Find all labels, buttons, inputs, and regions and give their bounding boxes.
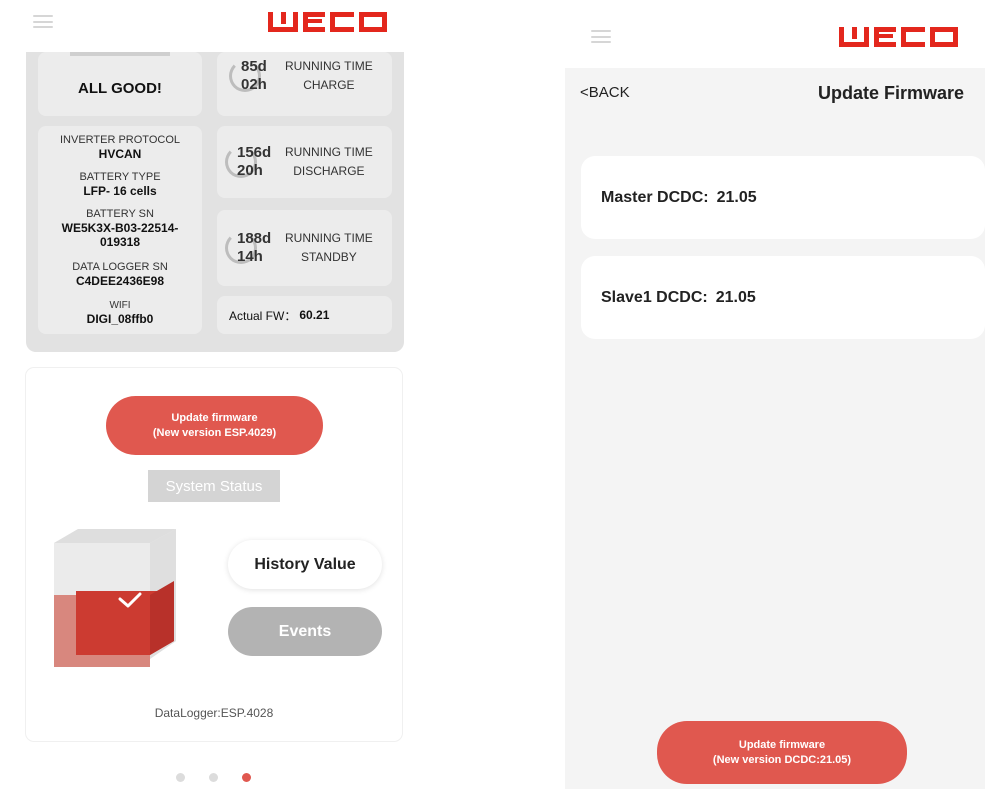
- status-card: ALL GOOD!: [38, 52, 202, 116]
- timer-sublabel: CHARGE: [303, 78, 355, 92]
- right-header: [565, 0, 985, 68]
- info-item-protocol: INVERTER PROTOCOL HVCAN: [38, 134, 202, 161]
- timer-label: RUNNING TIME: [285, 231, 373, 245]
- right-screen: <BACK Update Firmware Master DCDC: 21.05…: [565, 0, 985, 789]
- system-status-button[interactable]: System Status: [148, 470, 280, 502]
- page-dot-active[interactable]: [242, 773, 251, 782]
- actual-fw-label: Actual FW：: [229, 308, 297, 323]
- info-value: LFP- 16 cells: [83, 184, 157, 198]
- timer-hours: 20h: [237, 162, 263, 179]
- info-label: WIFI: [109, 300, 131, 311]
- timer-card-standby: 188d 14h RUNNING TIME STANDBY: [217, 210, 392, 286]
- update-firmware-button[interactable]: Update firmware (New version DCDC:21.05): [657, 721, 907, 784]
- hamburger-menu-icon[interactable]: [591, 30, 611, 43]
- page-dot[interactable]: [209, 773, 218, 782]
- status-bar: [70, 52, 170, 56]
- info-item-battery-sn: BATTERY SN WE5K3X-B03-22514- 019318: [38, 208, 202, 249]
- hamburger-menu-icon[interactable]: [33, 15, 53, 28]
- history-value-button[interactable]: History Value: [228, 540, 382, 589]
- info-value: DIGI_08ffb0: [86, 312, 154, 326]
- timer-card-discharge: 156d 20h RUNNING TIME DISCHARGE: [217, 126, 392, 198]
- info-item-battery-type: BATTERY TYPE LFP- 16 cells: [38, 171, 202, 198]
- info-item-wifi: WIFI DIGI_08ffb0: [38, 299, 202, 326]
- timer-hours: 14h: [237, 248, 263, 265]
- timer-days: 85d: [241, 58, 267, 75]
- timer-hours: 02h: [241, 76, 267, 93]
- firmware-item-label: Slave1 DCDC:: [601, 288, 708, 306]
- firmware-item-master: Master DCDC: 21.05: [581, 156, 985, 239]
- battery-info-card: INVERTER PROTOCOL HVCAN BATTERY TYPE LFP…: [38, 126, 202, 334]
- info-item-datalogger-sn: DATA LOGGER SN C4DEE2436E98: [38, 261, 202, 288]
- left-header: [0, 0, 420, 52]
- info-value: WE5K3X-B03-22514- 019318: [61, 221, 179, 249]
- info-label: INVERTER PROTOCOL: [59, 134, 180, 146]
- page-title: Update Firmware: [818, 83, 965, 103]
- update-firmware-label: Update firmware: [738, 738, 826, 751]
- events-button[interactable]: Events: [228, 607, 382, 656]
- timer-label: RUNNING TIME: [285, 59, 373, 73]
- update-firmware-version: (New version ESP.4029): [152, 426, 277, 439]
- timer-sublabel: STANDBY: [300, 250, 357, 264]
- datalogger-version: DataLogger:ESP.4028: [154, 706, 274, 720]
- info-label: DATA LOGGER SN: [72, 261, 168, 273]
- actual-fw-value: 60.21: [299, 308, 330, 322]
- info-label: BATTERY SN: [86, 208, 154, 220]
- firmware-item-slave1: Slave1 DCDC: 21.05: [581, 256, 985, 339]
- battery-ok-icon: [54, 529, 179, 671]
- timer-sublabel: DISCHARGE: [293, 164, 365, 178]
- timer-days: 188d: [237, 230, 272, 247]
- firmware-item-value: 21.05: [715, 288, 756, 306]
- timer-card-charge: 85d 02h RUNNING TIME CHARGE: [217, 52, 392, 116]
- update-firmware-button[interactable]: Update firmware (New version ESP.4029): [106, 396, 323, 455]
- left-screen: ALL GOOD! INVERTER PROTOCOL HVCAN BATTER…: [0, 0, 420, 789]
- status-label: ALL GOOD!: [78, 79, 162, 97]
- info-value: C4DEE2436E98: [75, 274, 165, 288]
- actual-fw-card: Actual FW： 60.21: [217, 296, 392, 334]
- update-firmware-label: Update firmware: [171, 411, 258, 424]
- weco-logo: [839, 27, 958, 47]
- info-value: HVCAN: [98, 147, 142, 161]
- firmware-item-value: 21.05: [716, 188, 757, 206]
- timer-label: RUNNING TIME: [285, 145, 373, 159]
- timer-days: 156d: [237, 144, 272, 161]
- info-label: BATTERY TYPE: [79, 171, 161, 183]
- firmware-item-label: Master DCDC:: [601, 188, 709, 206]
- page-dot[interactable]: [176, 773, 185, 782]
- back-button[interactable]: <BACK: [580, 84, 630, 101]
- update-firmware-version: (New version DCDC:21.05): [712, 753, 852, 766]
- weco-logo: [268, 12, 387, 32]
